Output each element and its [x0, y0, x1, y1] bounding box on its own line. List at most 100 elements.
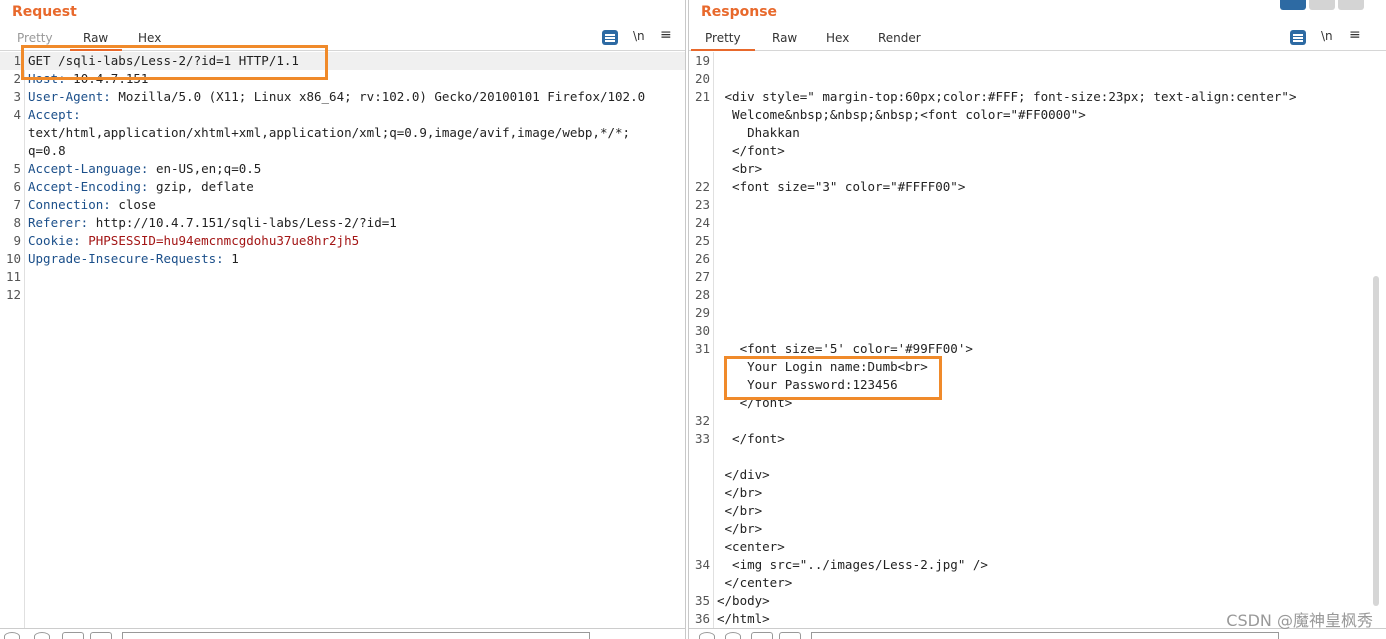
line-number: 22 — [694, 179, 710, 194]
line-number: 6 — [13, 179, 21, 194]
tab-hex[interactable]: Hex — [826, 31, 849, 45]
active-tab-indicator — [691, 49, 755, 51]
layout-horizontal-icon[interactable] — [1309, 0, 1335, 10]
line-text: <font size="3" color="#FFFF00"> — [717, 179, 966, 194]
line-text: </br> — [717, 503, 763, 518]
tab-raw[interactable]: Raw — [772, 31, 797, 45]
tab-raw[interactable]: Raw — [83, 31, 108, 45]
line-number: 28 — [694, 287, 710, 302]
line-number: 31 — [694, 341, 710, 356]
settings-icon[interactable] — [34, 632, 50, 639]
code-line: </br> — [689, 502, 1386, 520]
code-line: Your Login name:Dumb<br> — [689, 358, 1386, 376]
line-text: Your Login name:Dumb<br> — [717, 359, 928, 374]
search-input[interactable] — [122, 632, 590, 639]
word-wrap-icon[interactable] — [602, 30, 618, 45]
code-line: 9 Cookie: PHPSESSID=hu94emcnmcgdohu37ue8h… — [0, 232, 685, 250]
line-number: 7 — [13, 197, 21, 212]
line-number: 29 — [694, 305, 710, 320]
help-icon[interactable] — [699, 632, 715, 639]
line-number: 36 — [694, 611, 710, 626]
code-line: </br> — [689, 520, 1386, 538]
code-line: 1 GET /sqli-labs/Less-2/?id=1 HTTP/1.1 — [0, 52, 685, 70]
newline-icon[interactable]: \n — [1321, 29, 1333, 43]
word-wrap-icon[interactable] — [1290, 30, 1306, 45]
line-number: 30 — [694, 323, 710, 338]
line-text: </font> — [717, 395, 793, 410]
code-line: 4 Accept: — [0, 106, 685, 124]
code-line: </font> — [689, 142, 1386, 160]
code-line: Your Password:123456 — [689, 376, 1386, 394]
line-number: 34 — [694, 557, 710, 572]
active-tab-indicator — [70, 49, 122, 51]
code-line: q=0.8 — [0, 142, 685, 160]
vertical-scrollbar[interactable] — [1373, 276, 1379, 606]
line-text: Cookie: PHPSESSID=hu94emcnmcgdohu37ue8hr… — [28, 233, 360, 248]
line-number: 25 — [694, 233, 710, 248]
line-number: 1 — [13, 53, 21, 68]
line-text: </font> — [717, 143, 785, 158]
code-line: <br> — [689, 160, 1386, 178]
code-line: </center> — [689, 574, 1386, 592]
line-number: 3 — [13, 89, 21, 104]
tab-hex[interactable]: Hex — [138, 31, 161, 45]
newline-icon[interactable]: \n — [633, 29, 645, 43]
line-number: 11 — [5, 269, 21, 284]
code-line: 22 <font size="3" color="#FFFF00"> — [689, 178, 1386, 196]
code-line: 8 Referer: http://10.4.7.151/sqli-labs/Le… — [0, 214, 685, 232]
line-text: </body> — [717, 593, 770, 608]
line-text: </div> — [717, 467, 770, 482]
request-tabs: Pretty Raw Hex — [0, 30, 685, 51]
tab-pretty[interactable]: Pretty — [17, 31, 53, 45]
code-line: 28 — [689, 286, 1386, 304]
forward-button[interactable] — [90, 632, 112, 639]
line-number: 26 — [694, 251, 710, 266]
code-line: 19 — [689, 52, 1386, 70]
line-text: </html> — [717, 611, 770, 626]
line-number: 21 — [694, 89, 710, 104]
line-text: Accept: — [28, 107, 81, 122]
tab-pretty[interactable]: Pretty — [705, 31, 741, 45]
code-line: 34 <img src="../images/Less-2.jpg" /> — [689, 556, 1386, 574]
forward-button[interactable] — [779, 632, 801, 639]
settings-icon[interactable] — [725, 632, 741, 639]
code-line: </div> — [689, 466, 1386, 484]
code-line: 2 Host: 10.4.7.151 — [0, 70, 685, 88]
line-text: Welcome&nbsp;&nbsp;&nbsp;<font color="#F… — [717, 107, 1086, 122]
back-button[interactable] — [751, 632, 773, 639]
line-text: Connection: close — [28, 197, 156, 212]
request-title: Request — [12, 4, 77, 20]
line-text: User-Agent: Mozilla/5.0 (X11; Linux x86_… — [28, 89, 646, 104]
line-text: <center> — [717, 539, 785, 554]
line-number: 5 — [13, 161, 21, 176]
line-number: 32 — [694, 413, 710, 428]
line-text: Host: 10.4.7.151 — [28, 71, 149, 86]
watermark: CSDN @魔神皇枫秀 — [1226, 611, 1373, 630]
menu-icon[interactable]: ≡ — [660, 27, 672, 43]
code-line: 21 <div style=" margin-top:60px;color:#F… — [689, 88, 1386, 106]
back-button[interactable] — [62, 632, 84, 639]
layout-vertical-icon[interactable] — [1338, 0, 1364, 10]
response-pane: Response Pretty Raw Hex Render \n ≡ 19 20… — [688, 0, 1386, 639]
code-line: 30 — [689, 322, 1386, 340]
code-line: text/html,application/xhtml+xml,applicat… — [0, 124, 685, 142]
code-line: 33 </font> — [689, 430, 1386, 448]
help-icon[interactable] — [4, 632, 20, 639]
menu-icon[interactable]: ≡ — [1349, 27, 1361, 43]
code-line: 29 — [689, 304, 1386, 322]
line-text: q=0.8 — [28, 143, 66, 158]
code-line: 7 Connection: close — [0, 196, 685, 214]
line-text: Referer: http://10.4.7.151/sqli-labs/Les… — [28, 215, 397, 230]
layout-split-icon[interactable] — [1280, 0, 1306, 10]
code-line: 10 Upgrade-Insecure-Requests: 1 — [0, 250, 685, 268]
line-number: 8 — [13, 215, 21, 230]
line-text: text/html,application/xhtml+xml,applicat… — [28, 125, 631, 140]
search-input[interactable] — [811, 632, 1279, 639]
code-line: </br> — [689, 484, 1386, 502]
line-number: 24 — [694, 215, 710, 230]
code-line: 24 — [689, 214, 1386, 232]
line-text: </font> — [717, 431, 785, 446]
line-number: 12 — [5, 287, 21, 302]
tab-render[interactable]: Render — [878, 31, 921, 45]
code-line: 32 — [689, 412, 1386, 430]
